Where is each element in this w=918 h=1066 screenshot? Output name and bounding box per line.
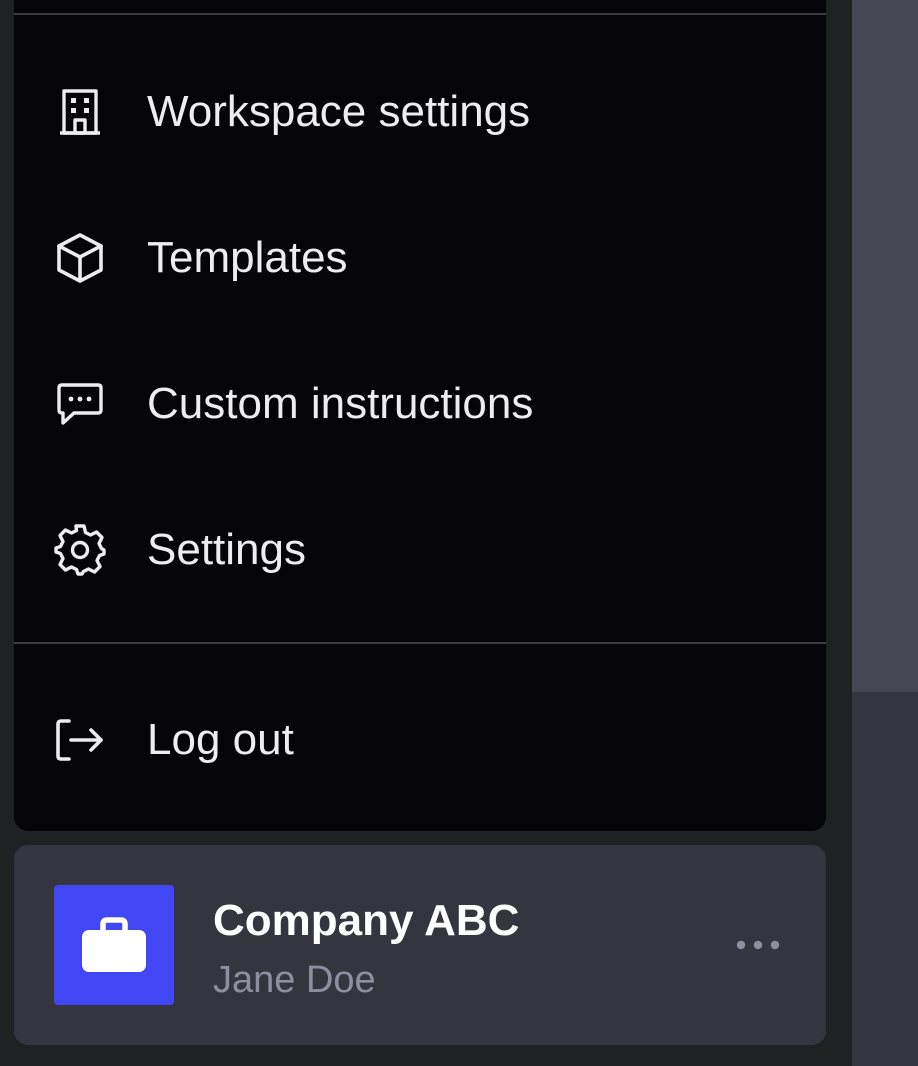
menu-item-label: Templates (147, 233, 348, 282)
company-name: Company ABC (213, 896, 520, 945)
menu-item-settings[interactable]: Settings (14, 490, 826, 610)
app-root: Workspace settings Templates Custom inst… (0, 0, 918, 1066)
building-icon (52, 84, 108, 140)
menu-item-log-out[interactable]: Log out (14, 680, 826, 800)
ellipsis-icon[interactable] (728, 925, 788, 965)
account-popover-menu: Workspace settings Templates Custom inst… (14, 0, 826, 831)
menu-top-divider (14, 13, 826, 15)
gear-icon (52, 522, 108, 578)
menu-item-label: Settings (147, 525, 306, 574)
menu-item-workspace-settings[interactable]: Workspace settings (14, 52, 826, 172)
menu-item-templates[interactable]: Templates (14, 198, 826, 318)
user-name: Jane Doe (213, 959, 376, 1001)
chat-bubble-dots-icon (52, 376, 108, 432)
avatar (54, 885, 174, 1005)
menu-divider (14, 642, 826, 644)
main-area-top (852, 0, 918, 692)
menu-item-custom-instructions[interactable]: Custom instructions (14, 344, 826, 464)
menu-item-label: Log out (147, 715, 294, 764)
main-area-bottom (852, 692, 918, 1066)
menu-item-label: Custom instructions (147, 379, 534, 428)
cube-icon (52, 230, 108, 286)
logout-icon (52, 712, 108, 768)
briefcase-icon (80, 916, 148, 974)
account-card[interactable]: Company ABC Jane Doe (14, 845, 826, 1045)
menu-item-label: Workspace settings (147, 87, 531, 136)
